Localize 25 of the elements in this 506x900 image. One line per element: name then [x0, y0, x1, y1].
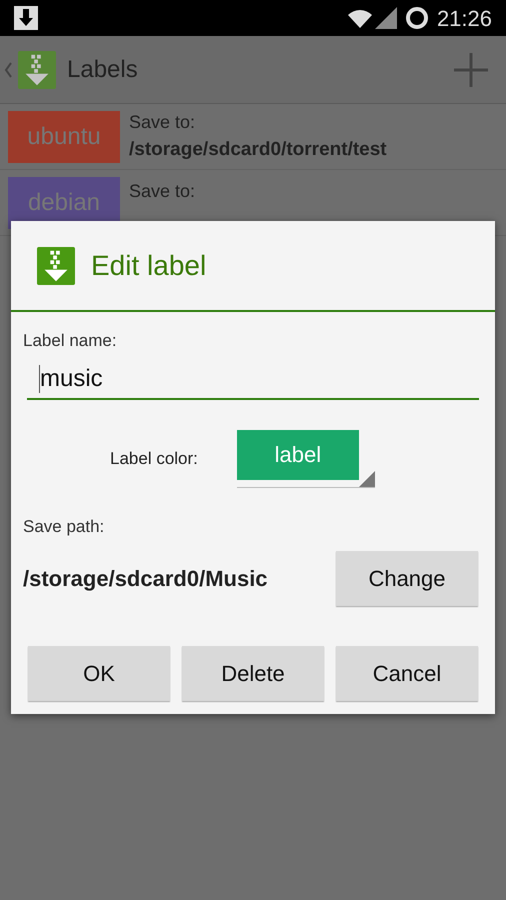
save-path-caption: Save path:	[23, 516, 106, 538]
save-to-caption: Save to:	[129, 180, 196, 202]
wifi-icon	[346, 8, 373, 28]
loading-ring-icon	[404, 6, 429, 30]
signal-icon	[374, 7, 397, 29]
download-app-icon	[37, 246, 75, 284]
label-name-caption: Label name:	[23, 330, 118, 352]
save-path: /storage/sdcard0/torrent/test	[129, 138, 387, 162]
save-path-value: /storage/sdcard0/Music	[23, 565, 268, 593]
add-icon[interactable]	[454, 52, 488, 86]
dialog-title: Edit label	[91, 248, 206, 282]
save-to-caption: Save to:	[129, 110, 196, 134]
back-chevron-icon[interactable]	[4, 62, 12, 78]
dropdown-corner-icon	[358, 470, 375, 486]
label-color-caption: Label color:	[110, 448, 198, 470]
color-chip: label	[236, 430, 359, 480]
screen-title: Labels	[67, 54, 138, 84]
download-app-icon	[18, 50, 56, 88]
label-name-field[interactable]: music	[27, 360, 479, 400]
dialog-button[interactable]: Delete	[182, 646, 324, 701]
clock: 21:26	[436, 4, 492, 32]
download-icon	[14, 6, 38, 30]
dialog-button[interactable]: OK	[28, 646, 170, 701]
dialog-button[interactable]: Cancel	[336, 646, 478, 701]
change-button[interactable]: Change	[336, 551, 478, 606]
